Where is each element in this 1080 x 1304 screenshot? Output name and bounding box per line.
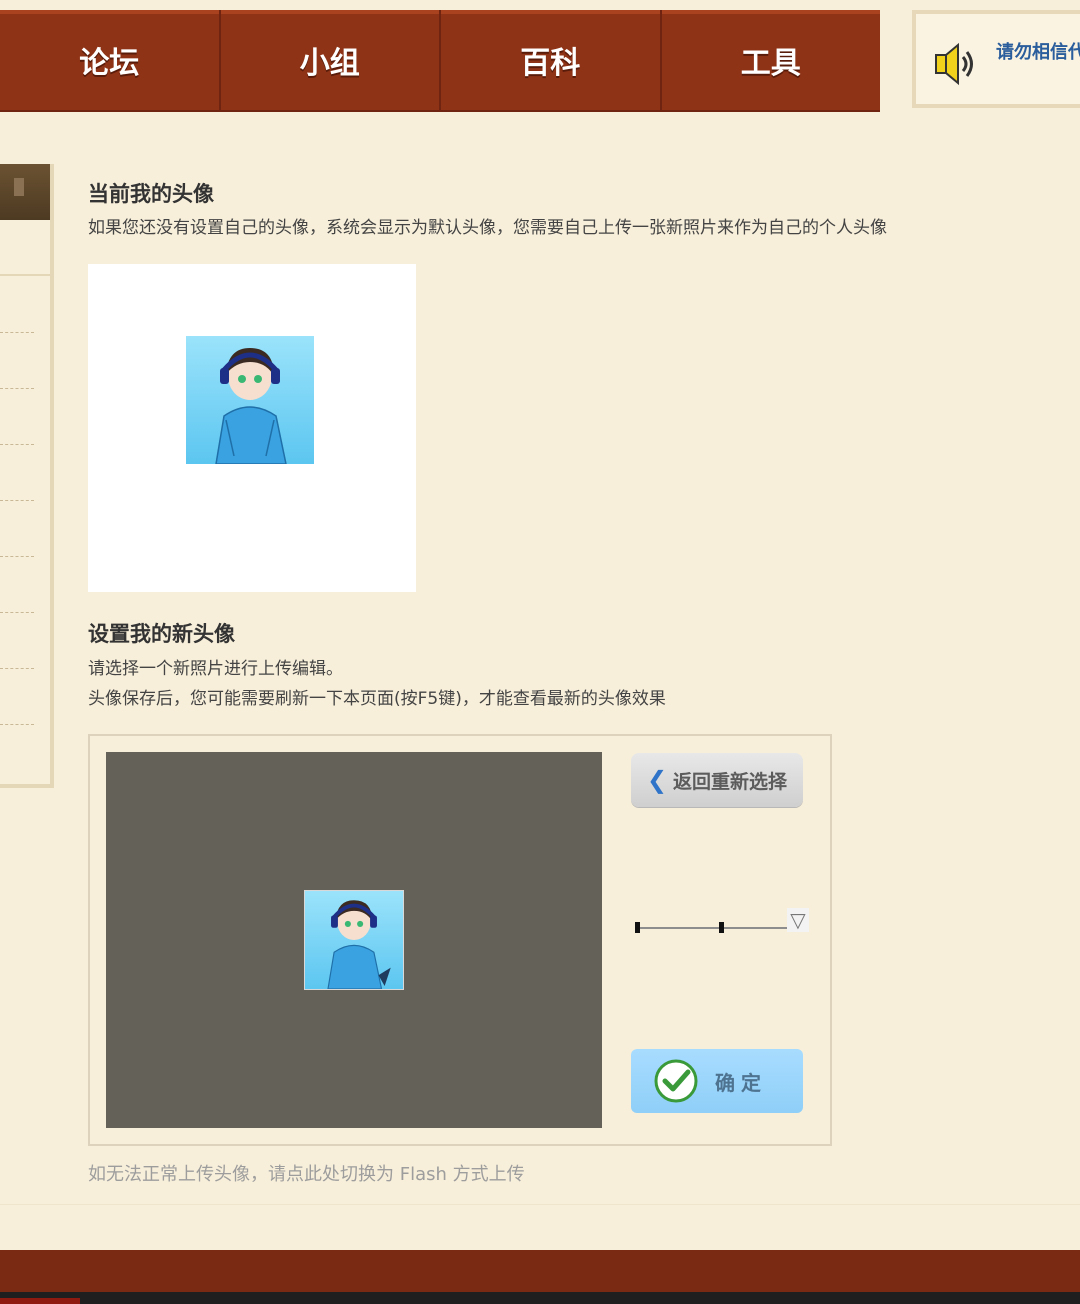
triangle-down-icon[interactable]: ▽ — [787, 908, 809, 932]
check-circle-icon — [654, 1059, 698, 1103]
current-avatar-title: 当前我的头像 — [88, 182, 214, 206]
back-reselect-button[interactable]: ❮ 返回重新选择 — [631, 753, 803, 807]
new-avatar-refresh-hint: 头像保存后，您可能需要刷新一下本页面(按F5键)，才能查看最新的头像效果 — [88, 689, 666, 709]
notice-text[interactable]: 请勿相信代 — [996, 38, 1080, 64]
confirm-button[interactable]: 确定 — [631, 1049, 803, 1113]
zoom-slider-track[interactable] — [635, 927, 787, 929]
back-reselect-label: 返回重新选择 — [673, 770, 788, 793]
sidebar-item[interactable] — [0, 500, 34, 501]
sidebar-item[interactable] — [0, 668, 34, 669]
current-avatar-image — [186, 336, 314, 464]
left-sidebar — [0, 164, 54, 788]
sidebar-item[interactable] — [0, 388, 34, 389]
current-avatar-description: 如果您还没有设置自己的头像，系统会显示为默认头像，您需要自己上传一张新照片来作为… — [88, 218, 887, 238]
sidebar-header — [0, 164, 50, 220]
footer-strip — [0, 1292, 1080, 1304]
nav-wiki[interactable]: 百科 — [441, 10, 662, 110]
current-avatar-frame — [88, 264, 416, 592]
sidebar-item[interactable] — [0, 556, 34, 557]
zoom-slider-min-mark — [635, 922, 640, 933]
nav-group[interactable]: 小组 — [221, 10, 441, 110]
nav-forum[interactable]: 论坛 — [0, 10, 221, 110]
crop-preview-image[interactable] — [304, 890, 404, 990]
avatar-editor: ❮ 返回重新选择 ▽ 确定 — [88, 734, 832, 1146]
sidebar-item[interactable] — [0, 332, 34, 333]
zoom-slider-knob[interactable] — [719, 922, 724, 933]
chevron-left-icon: ❮ — [646, 766, 668, 794]
content-bottom-divider — [0, 1204, 1080, 1205]
crop-canvas[interactable] — [106, 752, 602, 1128]
new-avatar-instruction: 请选择一个新照片进行上传编辑。 — [88, 659, 343, 679]
top-nav: 论坛 小组 百科 工具 — [0, 10, 880, 112]
new-avatar-title: 设置我的新头像 — [88, 622, 235, 646]
switch-to-flash-link[interactable]: 如无法正常上传头像，请点此处切换为 Flash 方式上传 — [88, 1160, 525, 1186]
sidebar-divider — [0, 274, 50, 276]
sidebar-item[interactable] — [0, 724, 34, 725]
sidebar-header-nub — [14, 178, 24, 196]
sidebar-item[interactable] — [0, 444, 34, 445]
confirm-label: 确定 — [715, 1070, 767, 1095]
speaker-icon — [935, 42, 973, 86]
footer-accent — [0, 1298, 80, 1304]
sidebar-item[interactable] — [0, 612, 34, 613]
notice-box: 请勿相信代 — [912, 10, 1080, 108]
nav-tools[interactable]: 工具 — [662, 10, 881, 110]
zoom-slider[interactable]: ▽ — [635, 908, 815, 938]
